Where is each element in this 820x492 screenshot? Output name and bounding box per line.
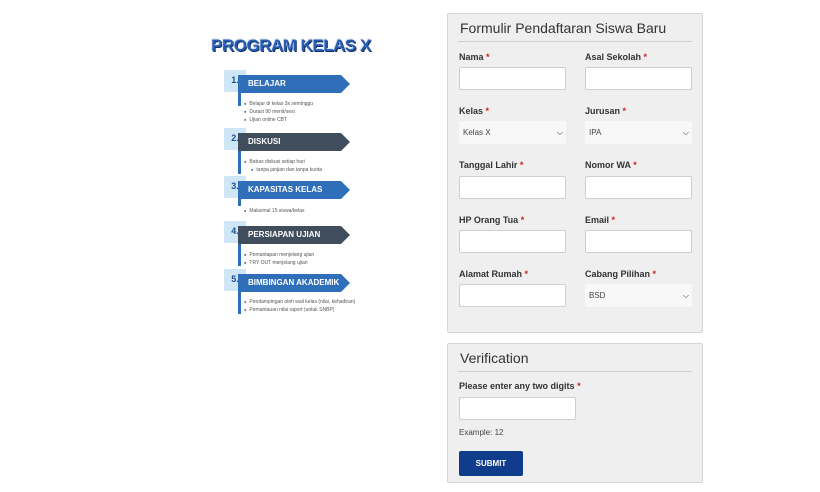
hp-orang-tua-label-text: HP Orang Tua bbox=[459, 215, 519, 225]
step-label: PERSIAPAN UJIAN bbox=[238, 226, 350, 244]
step-label: BELAJAR bbox=[238, 75, 350, 93]
program-infographic: PROGRAM KELAS X 1. BELAJAR Belajar di ke… bbox=[190, 30, 390, 320]
title-divider bbox=[458, 371, 692, 372]
nomor-wa-label: Nomor WA * bbox=[585, 160, 637, 170]
two-digits-label: Please enter any two digits * bbox=[459, 381, 581, 391]
cabang-pilihan-label-text: Cabang Pilihan bbox=[585, 269, 651, 279]
step-label: DISKUSI bbox=[238, 133, 350, 151]
asal-sekolah-label: Asal Sekolah * bbox=[585, 52, 647, 62]
chevron-down-icon: ⌵ bbox=[682, 291, 689, 300]
title-divider bbox=[458, 41, 692, 42]
cabang-pilihan-label: Cabang Pilihan * bbox=[585, 269, 656, 279]
nama-input[interactable] bbox=[459, 67, 566, 90]
bullet-item: Pendampingan oleh wali kelas (nilai, keh… bbox=[244, 298, 355, 306]
step-bullets: Bebas diskusi setiap hari tanpa janjian … bbox=[244, 158, 322, 174]
required-mark: * bbox=[652, 269, 657, 279]
bullet-item: Durasi 90 menit/sesi bbox=[244, 108, 313, 116]
program-step-diskusi: 2. DISKUSI bbox=[224, 128, 374, 153]
required-mark: * bbox=[519, 160, 524, 170]
kelas-label-text: Kelas bbox=[459, 106, 484, 116]
step-bullets: Maksimal 15 siswa/kelas bbox=[244, 207, 304, 215]
bullet-item: Pemantapan menjelang ujian bbox=[244, 251, 314, 259]
program-step-kapasitas-kelas: 3. KAPASITAS KELAS bbox=[224, 176, 374, 201]
alamat-rumah-label-text: Alamat Rumah bbox=[459, 269, 523, 279]
alamat-rumah-input[interactable] bbox=[459, 284, 566, 307]
jurusan-label-text: Jurusan bbox=[585, 106, 621, 116]
step-connector bbox=[238, 292, 241, 314]
tanggal-lahir-label-text: Tanggal Lahir bbox=[459, 160, 518, 170]
chevron-down-icon: ⌵ bbox=[682, 128, 689, 137]
step-label: BIMBINGAN AKADEMIK bbox=[238, 274, 350, 292]
program-step-bimbingan-akademik: 5. BIMBINGAN AKADEMIK bbox=[224, 269, 374, 294]
form-title: Formulir Pendaftaran Siswa Baru bbox=[460, 20, 667, 36]
step-connector bbox=[238, 150, 241, 174]
jurusan-selected-value: IPA bbox=[589, 128, 602, 137]
required-mark: * bbox=[643, 52, 648, 62]
step-bullets: Pendampingan oleh wali kelas (nilai, keh… bbox=[244, 298, 355, 314]
verification-form: Verification Please enter any two digits… bbox=[447, 343, 703, 483]
nomor-wa-label-text: Nomor WA bbox=[585, 160, 631, 170]
required-mark: * bbox=[611, 215, 616, 225]
kelas-selected-value: Kelas X bbox=[463, 128, 491, 137]
bullet-item: Pemantauan nilai raport (untuk SNBP) bbox=[244, 306, 355, 314]
required-mark: * bbox=[622, 106, 627, 116]
bullet-item: Ujian online CBT bbox=[244, 116, 313, 124]
tanggal-lahir-input[interactable] bbox=[459, 176, 566, 199]
example-hint: Example: 12 bbox=[459, 428, 504, 437]
infographic-title: PROGRAM KELAS X bbox=[211, 36, 371, 55]
kelas-select[interactable]: Kelas X ⌵ bbox=[459, 121, 566, 144]
cabang-pilihan-select[interactable]: BSD ⌵ bbox=[585, 284, 692, 307]
asal-sekolah-input[interactable] bbox=[585, 67, 692, 90]
alamat-rumah-label: Alamat Rumah * bbox=[459, 269, 528, 279]
step-connector bbox=[238, 244, 241, 266]
cabang-pilihan-selected-value: BSD bbox=[589, 291, 606, 300]
step-label: KAPASITAS KELAS bbox=[238, 181, 350, 199]
nama-label: Nama * bbox=[459, 52, 490, 62]
submit-button[interactable]: SUBMIT bbox=[459, 451, 523, 476]
required-mark: * bbox=[520, 215, 525, 225]
required-mark: * bbox=[485, 106, 490, 116]
hp-orang-tua-label: HP Orang Tua * bbox=[459, 215, 524, 225]
required-mark: * bbox=[633, 160, 637, 170]
step-bullets: Pemantapan menjelang ujian TRY OUT menje… bbox=[244, 251, 314, 267]
two-digits-label-text: Please enter any two digits bbox=[459, 381, 575, 391]
bullet-item: Belajar di kelas 3x seminggu bbox=[244, 100, 313, 108]
jurusan-select[interactable]: IPA ⌵ bbox=[585, 121, 692, 144]
required-mark: * bbox=[524, 269, 529, 279]
program-step-belajar: 1. BELAJAR bbox=[224, 70, 374, 95]
email-label-text: Email bbox=[585, 215, 610, 225]
chevron-down-icon: ⌵ bbox=[556, 128, 563, 137]
registration-form: Formulir Pendaftaran Siswa Baru Nama * A… bbox=[447, 13, 703, 333]
two-digits-input[interactable] bbox=[459, 397, 576, 420]
program-step-persiapan-ujian: 4. PERSIAPAN UJIAN bbox=[224, 221, 374, 246]
kelas-label: Kelas * bbox=[459, 106, 489, 116]
nama-label-text: Nama bbox=[459, 52, 484, 62]
email-label: Email * bbox=[585, 215, 615, 225]
bullet-item: TRY OUT menjelang ujian bbox=[244, 259, 314, 267]
step-bullets: Belajar di kelas 3x seminggu Durasi 90 m… bbox=[244, 100, 313, 124]
required-mark: * bbox=[577, 381, 581, 391]
hp-orang-tua-input[interactable] bbox=[459, 230, 566, 253]
required-mark: * bbox=[486, 52, 490, 62]
jurusan-label: Jurusan * bbox=[585, 106, 626, 116]
bullet-item: Maksimal 15 siswa/kelas bbox=[244, 207, 304, 215]
tanggal-lahir-label: Tanggal Lahir * bbox=[459, 160, 523, 170]
bullet-item: Bebas diskusi setiap hari bbox=[244, 158, 322, 166]
nomor-wa-input[interactable] bbox=[585, 176, 692, 199]
verification-title: Verification bbox=[460, 350, 529, 366]
bullet-item: tanpa janjian dan tanpa kuota bbox=[244, 166, 322, 174]
asal-sekolah-label-text: Asal Sekolah bbox=[585, 52, 642, 62]
email-input[interactable] bbox=[585, 230, 692, 253]
